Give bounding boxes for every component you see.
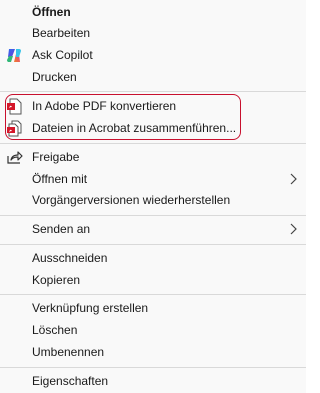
menu-item-eigenschaften[interactable]: Eigenschaften bbox=[0, 370, 306, 392]
separator bbox=[0, 91, 306, 92]
menu-item-label: Öffnen mit bbox=[32, 172, 88, 186]
menu-item-ask-copilot[interactable]: Ask Copilot bbox=[0, 44, 306, 66]
menu-item-label: Eigenschaften bbox=[32, 374, 109, 388]
menu-item-label: Verknüpfung erstellen bbox=[32, 301, 149, 315]
menu-item-loeschen[interactable]: Löschen bbox=[0, 319, 306, 341]
menu-item-label: Drucken bbox=[32, 70, 77, 84]
separator bbox=[0, 143, 306, 144]
menu-item-bearbeiten[interactable]: Bearbeiten bbox=[0, 22, 306, 44]
menu-item-verknuepfung-erstellen[interactable]: Verknüpfung erstellen bbox=[0, 297, 306, 319]
menu-item-label: Kopieren bbox=[32, 273, 81, 287]
menu-item-label: Senden an bbox=[32, 222, 91, 236]
separator bbox=[0, 215, 306, 216]
separator bbox=[0, 294, 306, 295]
menu-item-oeffnen[interactable]: Öffnen bbox=[0, 1, 306, 23]
menu-item-drucken[interactable]: Drucken bbox=[0, 66, 306, 88]
menu-item-label: Ask Copilot bbox=[32, 48, 93, 62]
menu-item-label: Bearbeiten bbox=[32, 26, 91, 40]
menu-item-acrobat-zusammenfuehren[interactable]: Dateien in Acrobat zusammenführen... bbox=[0, 117, 306, 139]
menu-item-label: Vorgängerversionen wiederherstellen bbox=[32, 193, 231, 207]
menu-item-senden-an[interactable]: Senden an bbox=[0, 218, 306, 240]
menu-item-label: In Adobe PDF konvertieren bbox=[32, 99, 177, 113]
acrobat-combine-icon bbox=[6, 120, 23, 137]
menu-item-label: Freigabe bbox=[32, 150, 80, 164]
copilot-icon bbox=[6, 47, 23, 64]
menu-item-label: Umbenennen bbox=[32, 345, 105, 359]
menu-item-umbenennen[interactable]: Umbenennen bbox=[0, 341, 306, 363]
chevron-right-icon bbox=[288, 223, 298, 235]
menu-item-label: Ausschneiden bbox=[32, 251, 108, 265]
separator bbox=[0, 244, 306, 245]
menu-item-adobe-pdf-konvertieren[interactable]: In Adobe PDF konvertieren bbox=[0, 95, 306, 117]
menu-item-label: Öffnen bbox=[32, 5, 71, 19]
chevron-right-icon bbox=[288, 173, 298, 185]
separator bbox=[0, 367, 306, 368]
menu-item-freigabe[interactable]: Freigabe bbox=[0, 146, 306, 168]
menu-item-kopieren[interactable]: Kopieren bbox=[0, 269, 306, 291]
context-menu: Öffnen Bearbeiten Ask Copilot Drucken In… bbox=[0, 0, 306, 393]
menu-item-label: Löschen bbox=[32, 323, 78, 337]
adobe-pdf-icon bbox=[6, 98, 23, 115]
menu-item-vorgaengerversionen[interactable]: Vorgängerversionen wiederherstellen bbox=[0, 189, 306, 211]
menu-item-label: Dateien in Acrobat zusammenführen... bbox=[32, 121, 237, 135]
menu-item-ausschneiden[interactable]: Ausschneiden bbox=[0, 247, 306, 269]
menu-item-oeffnen-mit[interactable]: Öffnen mit bbox=[0, 168, 306, 190]
share-icon bbox=[6, 149, 23, 166]
